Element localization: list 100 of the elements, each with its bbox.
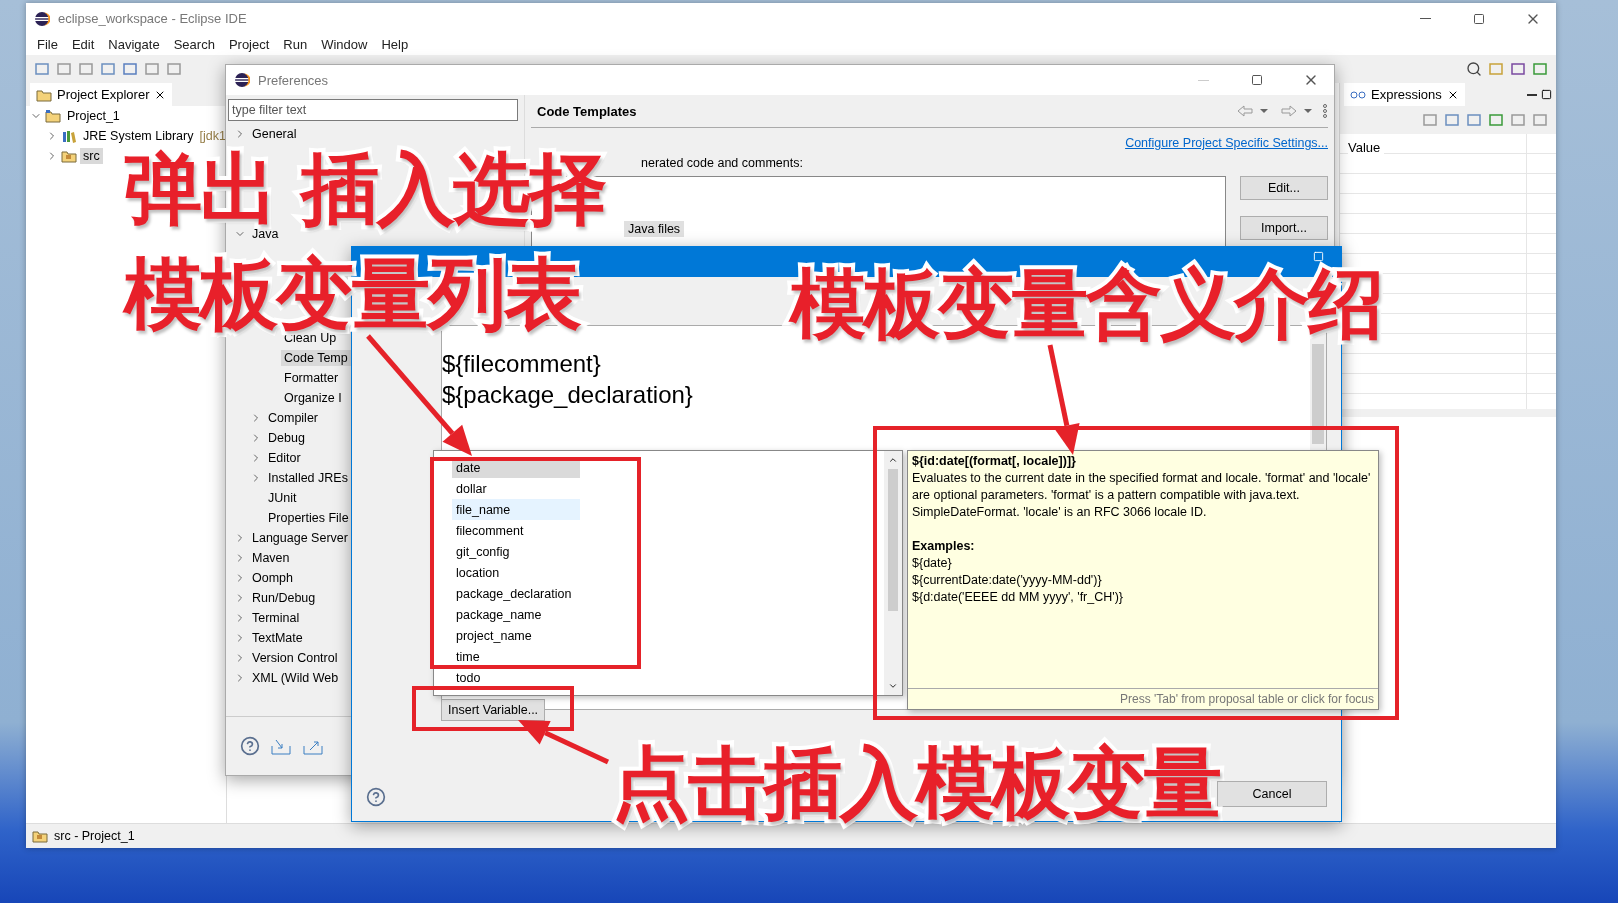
toolbar-square-icon [1532,61,1548,77]
menu-item[interactable]: Navigate [101,37,167,52]
tree-item[interactable]: src [80,148,103,164]
settings-link[interactable]: Configure Project Specific Settings... [1125,136,1328,150]
toolbar-square-icon [1510,61,1526,77]
page-title: Code Templates [537,103,638,119]
toolbar-square-icon [166,61,182,77]
tree-item-decoration: [jdk1 [199,129,226,143]
menu-item[interactable]: Project [221,37,277,52]
toolbar-square-icon [56,61,72,77]
forward-arrow-icon [1278,103,1314,119]
toolbar-square-icon [78,61,94,77]
toolbar-square-icon [122,61,138,77]
menu-item[interactable]: Edit [64,37,102,52]
tree-item[interactable]: Debug [265,430,308,446]
project-folder-icon [45,108,61,124]
tree-item[interactable]: TextMate [249,630,306,646]
cancel-button[interactable]: Cancel [1217,781,1327,807]
tree-item[interactable]: Editor [265,450,304,466]
list-item[interactable]: Java files [624,221,685,237]
view-tab[interactable]: Expressions [1344,83,1465,106]
tree-item[interactable]: Organize I [281,390,345,406]
tree-item[interactable]: XML (Wild Web [249,670,342,686]
proposal-item[interactable]: dollar [452,478,580,499]
minimize-icon [1527,93,1537,96]
tree-item[interactable]: Formatter [281,370,342,386]
tree-item[interactable]: Version Control [249,650,341,666]
toolbar-square-icon [34,61,50,77]
search-icon[interactable] [1466,61,1482,77]
toolbar-square-icon [1466,112,1482,128]
tree-item[interactable]: Language Server [249,530,351,546]
toolbar-square-icon [1444,112,1460,128]
tree-item[interactable]: JUnit [265,490,300,506]
package-folder-icon [61,148,77,164]
tree-item[interactable]: Terminal [249,610,303,626]
toolbar-square-icon [1488,61,1504,77]
variable-description: Evaluates to the current date in the specified format and locale. 'format' and 'locale' are optional parameters. 'format' is a pattern compatible with java.text. SimpleDateFormat. 'locale' is an RFC 3066 locale ID. [912,470,1372,521]
tree-item[interactable]: Oomph [249,570,296,586]
eclipse-logo-icon [34,10,50,27]
proposal-item[interactable]: package_declaration [452,583,580,604]
tab-label: Project Explorer [57,87,150,102]
scroll-down-icon[interactable] [888,681,898,691]
insert-variable-button[interactable]: Insert Variable... [441,699,546,721]
example-line: ${currentDate:date('yyyy-MM-dd')} [912,572,1103,589]
proposal-item[interactable]: todo [452,667,580,688]
maximize-icon [1251,74,1263,86]
column-header: Value [1348,140,1385,155]
proposal-item[interactable]: file_name [452,499,580,520]
variable-signature: ${id:date[(format[, locale])]} [912,453,1077,470]
pattern-line: ${package_declaration} [442,380,694,410]
proposal-item[interactable]: filecomment [452,520,580,541]
tree-item[interactable]: JRE System Library [80,128,197,144]
menu-item[interactable]: Search [166,37,222,52]
books-icon [61,128,77,144]
toolbar-square-icon [1532,112,1548,128]
toolbar-square-icon [144,61,160,77]
proposal-item[interactable]: git_config [452,541,580,562]
tree-item[interactable]: Installed JREs [265,470,351,486]
tree-item[interactable]: Maven [249,550,293,566]
dialog-title: Preferences [258,72,330,88]
filter-field[interactable]: type filter text [228,99,518,121]
menu-item[interactable]: File [30,37,65,52]
tab-label: Expressions [1371,87,1442,102]
pattern-line: ${filecomment} [442,349,602,379]
callout-text: 弹出 插入选择 [124,150,606,228]
maximize-icon [1473,12,1485,25]
menu-item[interactable]: Help [374,37,416,52]
toolbar-square-icon [1510,112,1526,128]
tree-item[interactable]: Project_1 [64,108,123,124]
tree-item[interactable]: Compiler [265,410,321,426]
dialog-button[interactable]: Edit... [1240,176,1328,200]
tree-item[interactable]: Properties File [265,510,352,526]
proposal-item[interactable]: package_name [452,604,580,625]
menu-item[interactable]: Window [314,37,375,52]
menu-item[interactable]: Run [276,37,315,52]
tree-item[interactable]: Code Temp [281,350,351,366]
example-line: ${d:date('EEEE dd MM yyyy', 'fr_CH')} [912,589,1124,606]
help-icon[interactable] [240,736,260,756]
minimize-icon [1197,79,1209,81]
scroll-up-icon[interactable] [888,455,898,465]
toolbar-square-icon [1422,112,1438,128]
toolbar-square-icon [100,61,116,77]
list-label: nerated code and comments: [641,156,804,170]
minimize-icon [1419,18,1431,19]
examples-heading: Examples: [912,538,976,555]
view-tab[interactable]: Project Explorer [30,83,173,106]
package-folder-icon [32,828,48,844]
toolbar-square-icon [1488,112,1504,128]
tree-item[interactable]: Run/Debug [249,590,319,606]
tree-item[interactable]: General [249,126,300,142]
maximize-icon[interactable] [1541,89,1552,100]
proposal-item[interactable]: project_name [452,625,580,646]
scrollbar[interactable] [884,451,902,695]
focus-hint: Press 'Tab' from proposal table or click for focus [908,688,1378,709]
tree-item[interactable]: Java [249,226,282,242]
help-icon[interactable] [366,787,386,807]
dialog-button[interactable]: Import... [1240,216,1328,240]
more-icon [1322,103,1328,119]
proposal-item[interactable]: location [452,562,580,583]
proposal-item[interactable]: time [452,646,580,667]
